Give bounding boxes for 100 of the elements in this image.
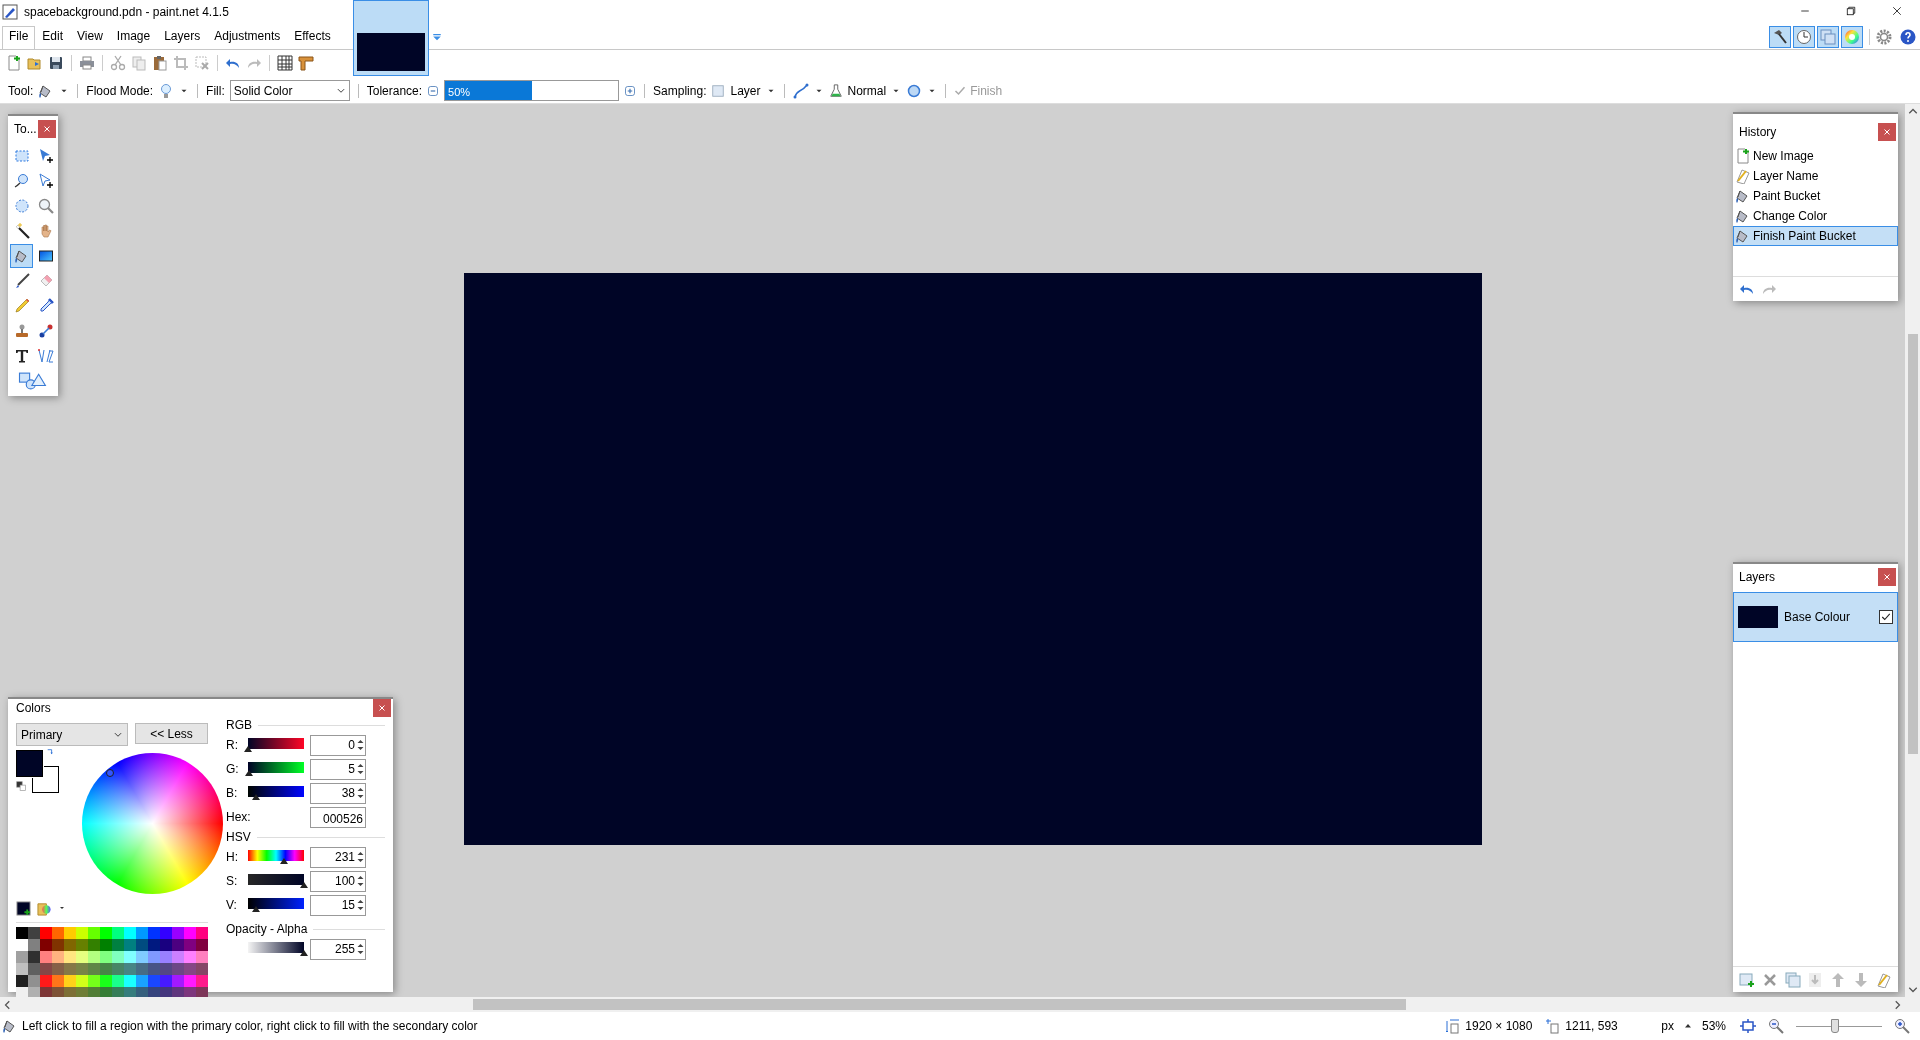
number-field[interactable]: 255 xyxy=(310,938,366,960)
color-slider[interactable] xyxy=(248,762,304,773)
slider-thumb[interactable] xyxy=(279,858,288,864)
horizontal-scrollbar[interactable] xyxy=(0,997,1920,1012)
menu-item[interactable]: Effects xyxy=(287,26,338,49)
reset-colors-icon[interactable] xyxy=(16,781,27,792)
scrollbar-thumb[interactable] xyxy=(473,999,1406,1010)
scissors-icon[interactable] xyxy=(110,55,126,71)
add-layer-icon[interactable] xyxy=(1739,971,1755,988)
channel-label: H: xyxy=(226,849,239,866)
zoom-in-icon[interactable] xyxy=(1894,1018,1910,1034)
close-button[interactable] xyxy=(1878,568,1896,586)
close-button[interactable] xyxy=(1878,123,1896,141)
slider-thumb[interactable] xyxy=(300,882,308,888)
spinner-icon[interactable] xyxy=(356,737,365,753)
ruler-icon[interactable] xyxy=(298,55,314,71)
spinner-icon[interactable] xyxy=(356,941,365,957)
slider-thumb[interactable] xyxy=(300,950,308,956)
zoom-slider[interactable] xyxy=(1796,1018,1882,1034)
save-icon[interactable] xyxy=(48,55,64,71)
spinner-icon[interactable] xyxy=(356,785,365,801)
layer-row[interactable]: Base Colour xyxy=(1733,592,1898,642)
mode-dropdown[interactable]: Primary xyxy=(16,723,128,746)
caret-icon[interactable] xyxy=(1683,1022,1692,1030)
panel-toggle-button[interactable] xyxy=(1769,25,1791,48)
spinner-icon[interactable] xyxy=(356,849,365,865)
menu-item[interactable]: Layers xyxy=(157,26,208,49)
menu-item[interactable]: File xyxy=(2,26,36,49)
hex-field[interactable]: 000526 xyxy=(310,806,366,828)
close-button[interactable] xyxy=(38,120,56,138)
unit-selector[interactable]: px xyxy=(1661,1017,1674,1035)
open-folder-icon[interactable] xyxy=(27,55,43,71)
curve-icon[interactable] xyxy=(792,82,809,99)
color-palette[interactable] xyxy=(16,922,208,997)
less-button[interactable]: << Less xyxy=(135,723,208,744)
color-slider[interactable] xyxy=(248,786,304,797)
menu-item[interactable]: Adjustments xyxy=(207,26,288,49)
printer-icon[interactable] xyxy=(79,55,95,71)
visibility-checkbox[interactable] xyxy=(1879,610,1893,624)
spinner-icon[interactable] xyxy=(356,873,365,889)
paint-bucket-tool[interactable] xyxy=(10,244,33,268)
slider-thumb[interactable] xyxy=(252,794,261,800)
panel-toggle-button[interactable] xyxy=(1793,25,1815,48)
new-document-icon[interactable] xyxy=(6,55,22,71)
history-item[interactable]: Finish Paint Bucket xyxy=(1733,226,1898,246)
close-icon[interactable] xyxy=(1891,5,1903,17)
history-item[interactable]: Change Color xyxy=(1733,206,1898,226)
slider-thumb[interactable] xyxy=(244,746,252,752)
slider-thumb[interactable] xyxy=(1830,1019,1839,1033)
number-field[interactable]: 0 xyxy=(310,734,366,756)
vertical-scrollbar[interactable] xyxy=(1905,104,1920,997)
menu-item[interactable]: View xyxy=(70,26,110,49)
document-thumbnail[interactable] xyxy=(353,0,429,76)
color-slider[interactable] xyxy=(248,898,304,909)
tool-label: Tool: xyxy=(8,82,34,100)
color-marker[interactable] xyxy=(106,768,115,777)
flask-icon[interactable] xyxy=(828,83,843,98)
help-icon[interactable] xyxy=(1900,28,1916,45)
minus-icon[interactable] xyxy=(427,84,440,97)
primary-color-swatch[interactable] xyxy=(16,750,43,777)
number-field[interactable]: 100 xyxy=(310,870,366,892)
deselect-icon[interactable] xyxy=(194,55,210,71)
panel-toggle-button[interactable] xyxy=(1817,25,1839,48)
caret-icon[interactable] xyxy=(58,904,66,912)
grid-icon[interactable] xyxy=(277,55,293,71)
clipboard-icon[interactable] xyxy=(152,55,168,71)
color-slider[interactable] xyxy=(248,850,304,861)
spinner-icon[interactable] xyxy=(356,897,365,913)
slider-thumb[interactable] xyxy=(245,770,254,776)
layer-properties-icon[interactable] xyxy=(1875,971,1892,988)
swap-icon[interactable] xyxy=(46,748,55,757)
number-field[interactable]: 231 xyxy=(310,846,366,868)
history-item[interactable]: New Image xyxy=(1733,146,1898,166)
zoom-level[interactable]: 53% xyxy=(1701,1017,1726,1035)
move-selected-icon xyxy=(37,173,54,189)
history-item[interactable]: Layer Name xyxy=(1733,166,1898,186)
plus-icon[interactable] xyxy=(624,84,637,97)
add-color-icon[interactable] xyxy=(16,900,31,916)
menu-item[interactable]: Image xyxy=(109,26,158,49)
restore-icon[interactable] xyxy=(1845,5,1857,17)
panel-toggle-button[interactable] xyxy=(1841,25,1863,48)
close-button[interactable] xyxy=(373,699,391,717)
number-field[interactable]: 15 xyxy=(310,894,366,916)
tolerance-slider[interactable]: 50% xyxy=(444,80,620,101)
spinner-icon[interactable] xyxy=(356,761,365,777)
number-field[interactable]: 5 xyxy=(310,758,366,780)
fill-dropdown[interactable]: Solid Color xyxy=(229,80,350,101)
circle-icon[interactable] xyxy=(906,82,923,99)
history-item[interactable]: Paint Bucket xyxy=(1733,186,1898,206)
flood-mode-label: Flood Mode: xyxy=(86,82,154,100)
slider-thumb[interactable] xyxy=(252,906,261,912)
settings-icon[interactable] xyxy=(1876,28,1892,45)
scrollbar-thumb[interactable] xyxy=(1907,334,1918,754)
dropdown-icon[interactable] xyxy=(432,31,442,42)
number-field[interactable]: 38 xyxy=(310,782,366,804)
zoom-to-window-icon[interactable] xyxy=(1740,1018,1756,1034)
menu-item[interactable]: Edit xyxy=(35,26,71,49)
zoom-out-icon[interactable] xyxy=(1768,1018,1784,1034)
palette-folder-icon[interactable] xyxy=(37,900,52,916)
delete-icon[interactable] xyxy=(1761,971,1778,988)
